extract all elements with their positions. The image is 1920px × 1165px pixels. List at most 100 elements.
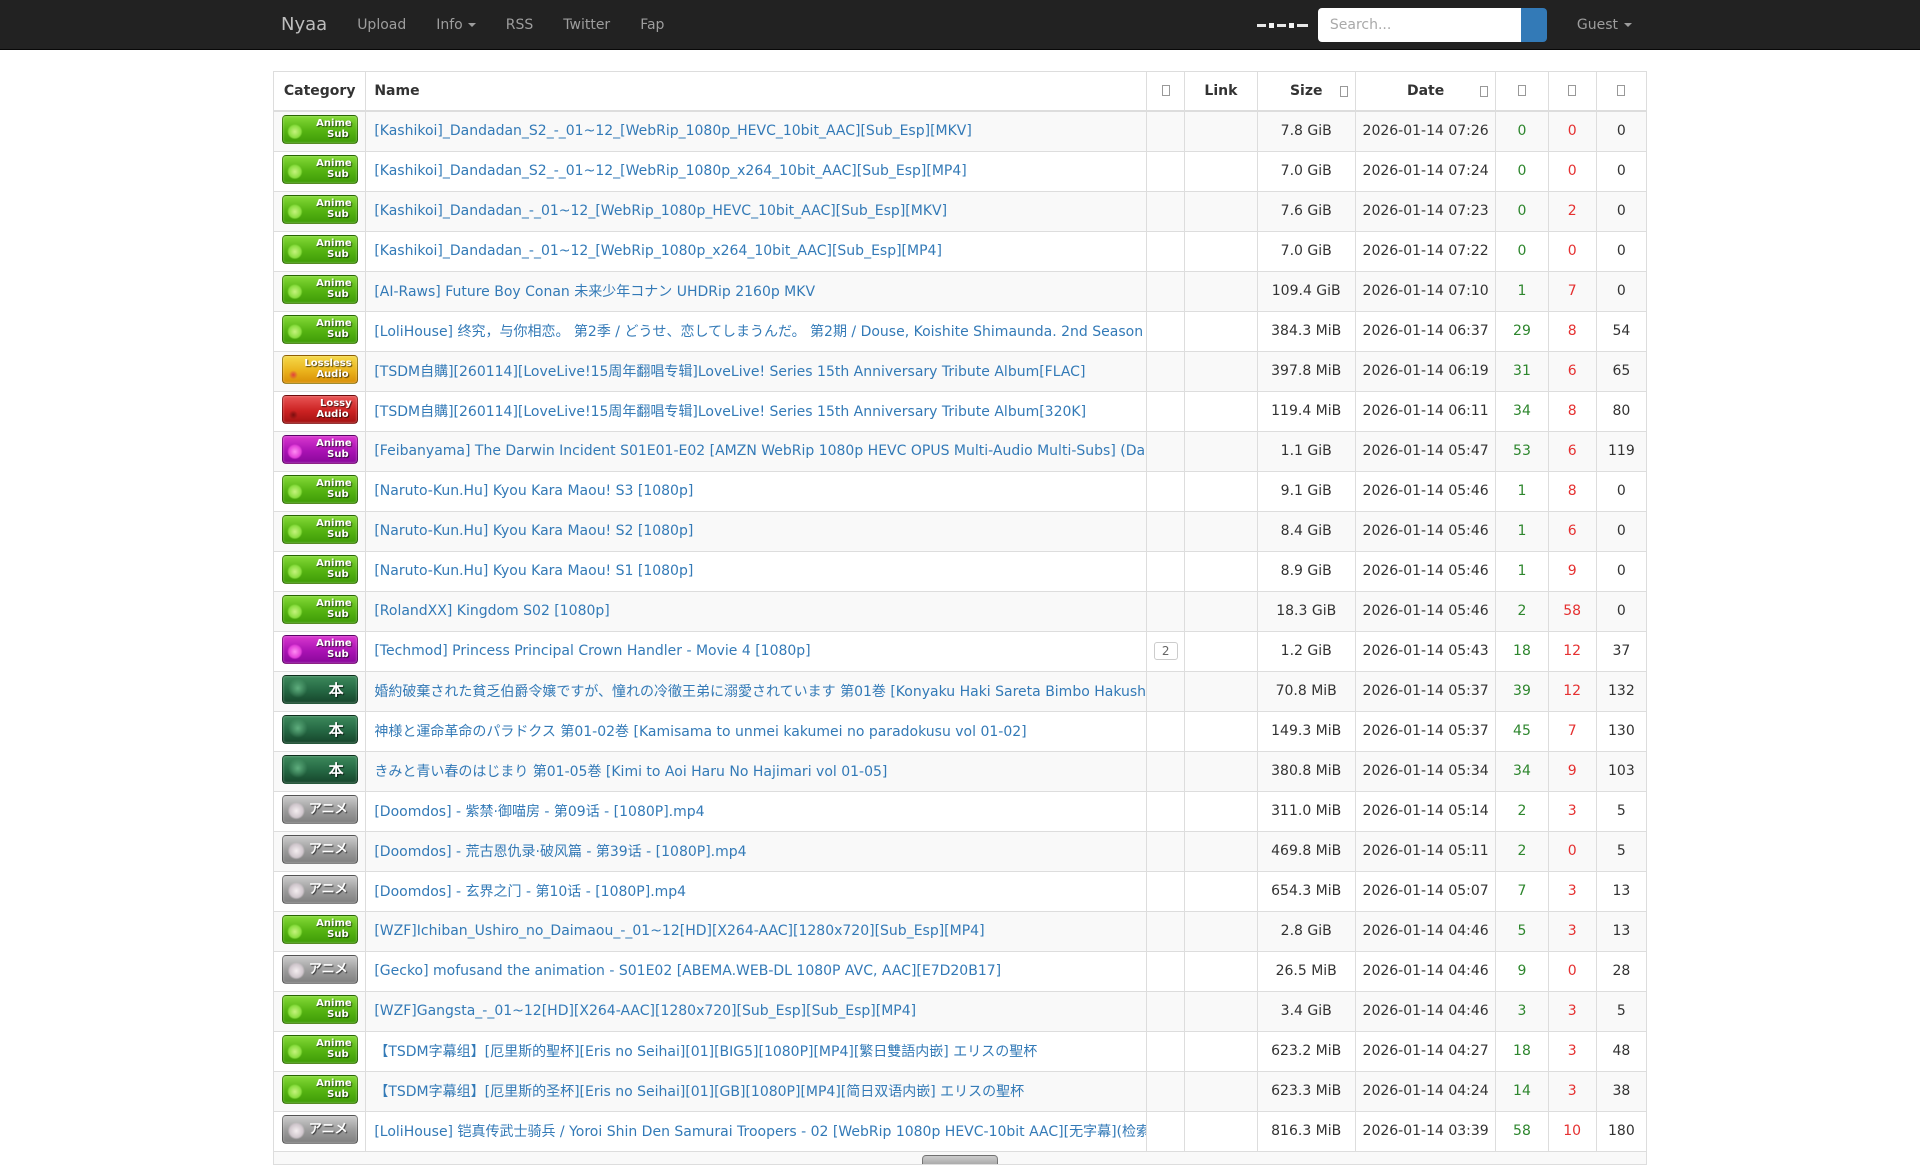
nav-item-upload[interactable]: Upload [342,0,421,50]
search-button[interactable] [1521,8,1547,42]
category-icon-anime_en[interactable]: AnimeSub [282,1075,358,1104]
torrent-name-link[interactable]: 婚約破棄された貧乏伯爵令嬢ですが、憧れの冷徹王弟に溺愛されています 第01巻 [… [374,684,1146,700]
category-icon-anime_en[interactable]: AnimeSub [282,235,358,264]
category-icon-anime_en[interactable]: AnimeSub [282,115,358,144]
category-icon-label: Sub [283,1089,352,1100]
seeders-cell: 1 [1496,551,1548,591]
torrent-name-link[interactable]: [Feibanyama] The Darwin Incident S01E01-… [374,443,1146,459]
nav-item-rss[interactable]: RSS [491,0,549,50]
search-input[interactable] [1318,8,1521,42]
torrent-name-link[interactable]: [Gecko] mofusand the animation - S01E02 … [374,963,1001,979]
torrent-name-link[interactable]: [AI-Raws] Future Boy Conan 未来少年コナン UHDRi… [374,284,815,300]
category-icon-literature[interactable]: 本 [282,675,358,704]
date-cell: 2026-01-14 07:22 [1355,231,1496,271]
date-cell: 2026-01-14 05:34 [1355,751,1496,791]
downloads-cell: 5 [1596,991,1646,1031]
category-icon-literature[interactable]: 本 [282,755,358,784]
leechers-cell: 0 [1548,831,1596,871]
torrent-name-link[interactable]: [WZF]Gangsta_-_01~12[HD][X264-AAC][1280x… [374,1003,916,1019]
torrent-name-link[interactable]: きみと青い春のはじまり 第01-05巻 [Kimi to Aoi Haru No… [374,764,887,780]
category-icon-anime_en[interactable]: AnimeSub [282,155,358,184]
date-sort-icon [1480,86,1488,97]
size-cell: 654.3 MiB [1257,871,1355,911]
downloads-cell: 13 [1596,911,1646,951]
comments-cell [1147,1111,1185,1151]
torrent-name-link[interactable]: [LoliHouse] 铠真传武士骑兵 / Yoroi Shin Den Sam… [374,1124,1146,1140]
leechers-cell: 0 [1548,231,1596,271]
torrent-row: アニメ [Gecko] mofusand the animation - S01… [274,951,1647,991]
torrent-name-link[interactable]: [Doomdos] - 紫禁·御喵房 - 第09话 - [1080P].mp4 [374,804,704,820]
torrent-name-link[interactable]: [Doomdos] - 玄界之门 - 第10话 - [1080P].mp4 [374,884,686,900]
date-cell: 2026-01-14 05:37 [1355,711,1496,751]
category-icon-anime_non_en[interactable]: AnimeSub [282,435,358,464]
category-icon-anime_raw[interactable]: アニメ [282,835,358,864]
link-cell [1185,311,1257,351]
date-cell: 2026-01-14 07:24 [1355,151,1496,191]
link-cell [1185,271,1257,311]
category-icon-literature[interactable]: 本 [282,715,358,744]
torrent-name-link[interactable]: [Naruto-Kun.Hu] Kyou Kara Maou! S3 [1080… [374,483,693,499]
torrent-name-link[interactable]: [Kashikoi]_Dandadan_S2_-_01~12_[WebRip_1… [374,123,972,139]
header-size-sort[interactable]: Size [1257,72,1355,111]
leechers-cell: 6 [1548,351,1596,391]
torrent-name-link[interactable]: [Kashikoi]_Dandadan_S2_-_01~12_[WebRip_1… [374,163,966,179]
category-icon-anime_raw[interactable]: アニメ [282,1115,358,1144]
header-downloads-sort[interactable] [1596,72,1646,111]
brand-link[interactable]: Nyaa [273,0,342,50]
header-seeders-sort[interactable] [1496,72,1548,111]
category-icon-anime_en[interactable]: AnimeSub [282,595,358,624]
torrent-name-link[interactable]: [TSDM自購][260114][LoveLive!15周年翻唱专辑]LoveL… [374,364,1085,380]
downloads-cell: 5 [1596,831,1646,871]
category-icon-audio_lossless[interactable]: LosslessAudio [282,355,358,384]
torrent-name-link[interactable]: 神様と運命革命のパラドクス 第01-02巻 [Kamisama to unmei… [374,724,1026,740]
date-cell: 2026-01-14 04:46 [1355,951,1496,991]
comments-badge[interactable]: 2 [1154,642,1178,660]
category-icon-label: Anime [283,1078,352,1089]
header-leechers-sort[interactable] [1548,72,1596,111]
torrent-name-link[interactable]: 【TSDM字幕组】[厄里斯的聖杯][Eris no Seihai][01][BI… [374,1044,1037,1060]
collapsed-filter-selects-icon[interactable] [1257,23,1308,28]
category-icon-anime_en[interactable]: AnimeSub [282,995,358,1024]
torrent-name-link[interactable]: [Naruto-Kun.Hu] Kyou Kara Maou! S1 [1080… [374,563,693,579]
torrent-name-link[interactable]: [RolandXX] Kingdom S02 [1080p] [374,603,609,619]
downloads-cell: 0 [1596,271,1646,311]
category-icon-label: Sub [283,929,352,940]
nav-item-info[interactable]: Info [421,0,491,50]
torrent-name-link[interactable]: [WZF]Ichiban_Ushiro_no_Daimaou_-_01~12[H… [374,923,984,939]
torrent-row: アニメ [Doomdos] - 玄界之门 - 第10话 - [1080P].mp… [274,871,1647,911]
category-icon-label: Anime [283,1038,352,1049]
category-icon-audio_lossy[interactable]: LossyAudio [282,395,358,424]
category-icon-anime_en[interactable]: AnimeSub [282,475,358,504]
torrent-name-link[interactable]: [Kashikoi]_Dandadan_-_01~12_[WebRip_1080… [374,203,947,219]
category-cell: AnimeSub [274,1031,366,1071]
torrent-name-link[interactable]: [TSDM自購][260114][LoveLive!15周年翻唱专辑]LoveL… [374,404,1086,420]
category-icon-anime_en[interactable]: AnimeSub [282,515,358,544]
name-cell: [WZF]Ichiban_Ushiro_no_Daimaou_-_01~12[H… [366,911,1147,951]
torrent-name-link[interactable]: [LoliHouse] 终究，与你相恋。 第2季 / どうせ、恋してしまうんだ。… [374,324,1146,340]
category-icon-anime_en[interactable]: AnimeSub [282,1035,358,1064]
header-size-label: Size [1290,83,1323,99]
nav-item-fap[interactable]: Fap [625,0,679,50]
category-icon-anime_en[interactable]: AnimeSub [282,195,358,224]
category-icon-anime_raw[interactable]: アニメ [282,955,358,984]
top-navbar: Nyaa Upload Info RSS Twitter Fap Guest [0,0,1920,50]
torrent-name-link[interactable]: [Kashikoi]_Dandadan_-_01~12_[WebRip_1080… [374,243,942,259]
header-date-sort[interactable]: Date [1355,72,1496,111]
torrent-name-link[interactable]: [Naruto-Kun.Hu] Kyou Kara Maou! S2 [1080… [374,523,693,539]
torrent-name-link[interactable]: 【TSDM字幕组】[厄里斯的圣杯][Eris no Seihai][01][GB… [374,1084,1024,1100]
name-cell: [Naruto-Kun.Hu] Kyou Kara Maou! S3 [1080… [366,471,1147,511]
nav-item-twitter[interactable]: Twitter [548,0,625,50]
torrent-name-link[interactable]: [Techmod] Princess Principal Crown Handl… [374,643,810,659]
category-icon-anime_raw[interactable]: アニメ [282,795,358,824]
category-icon-anime_en[interactable]: AnimeSub [282,315,358,344]
header-comments-sort[interactable] [1147,72,1185,111]
downloads-cell: 132 [1596,671,1646,711]
category-icon-anime_en[interactable]: AnimeSub [282,275,358,304]
category-icon-anime_raw[interactable]: アニメ [282,875,358,904]
category-icon-anime_non_en[interactable]: AnimeSub [282,635,358,664]
user-menu-guest[interactable]: Guest [1547,0,1647,50]
category-icon-anime_en[interactable]: AnimeSub [282,915,358,944]
category-cell: AnimeSub [274,1071,366,1111]
category-icon-anime_en[interactable]: AnimeSub [282,555,358,584]
torrent-name-link[interactable]: [Doomdos] - 荒古恩仇录·破风篇 - 第39话 - [1080P].m… [374,844,746,860]
